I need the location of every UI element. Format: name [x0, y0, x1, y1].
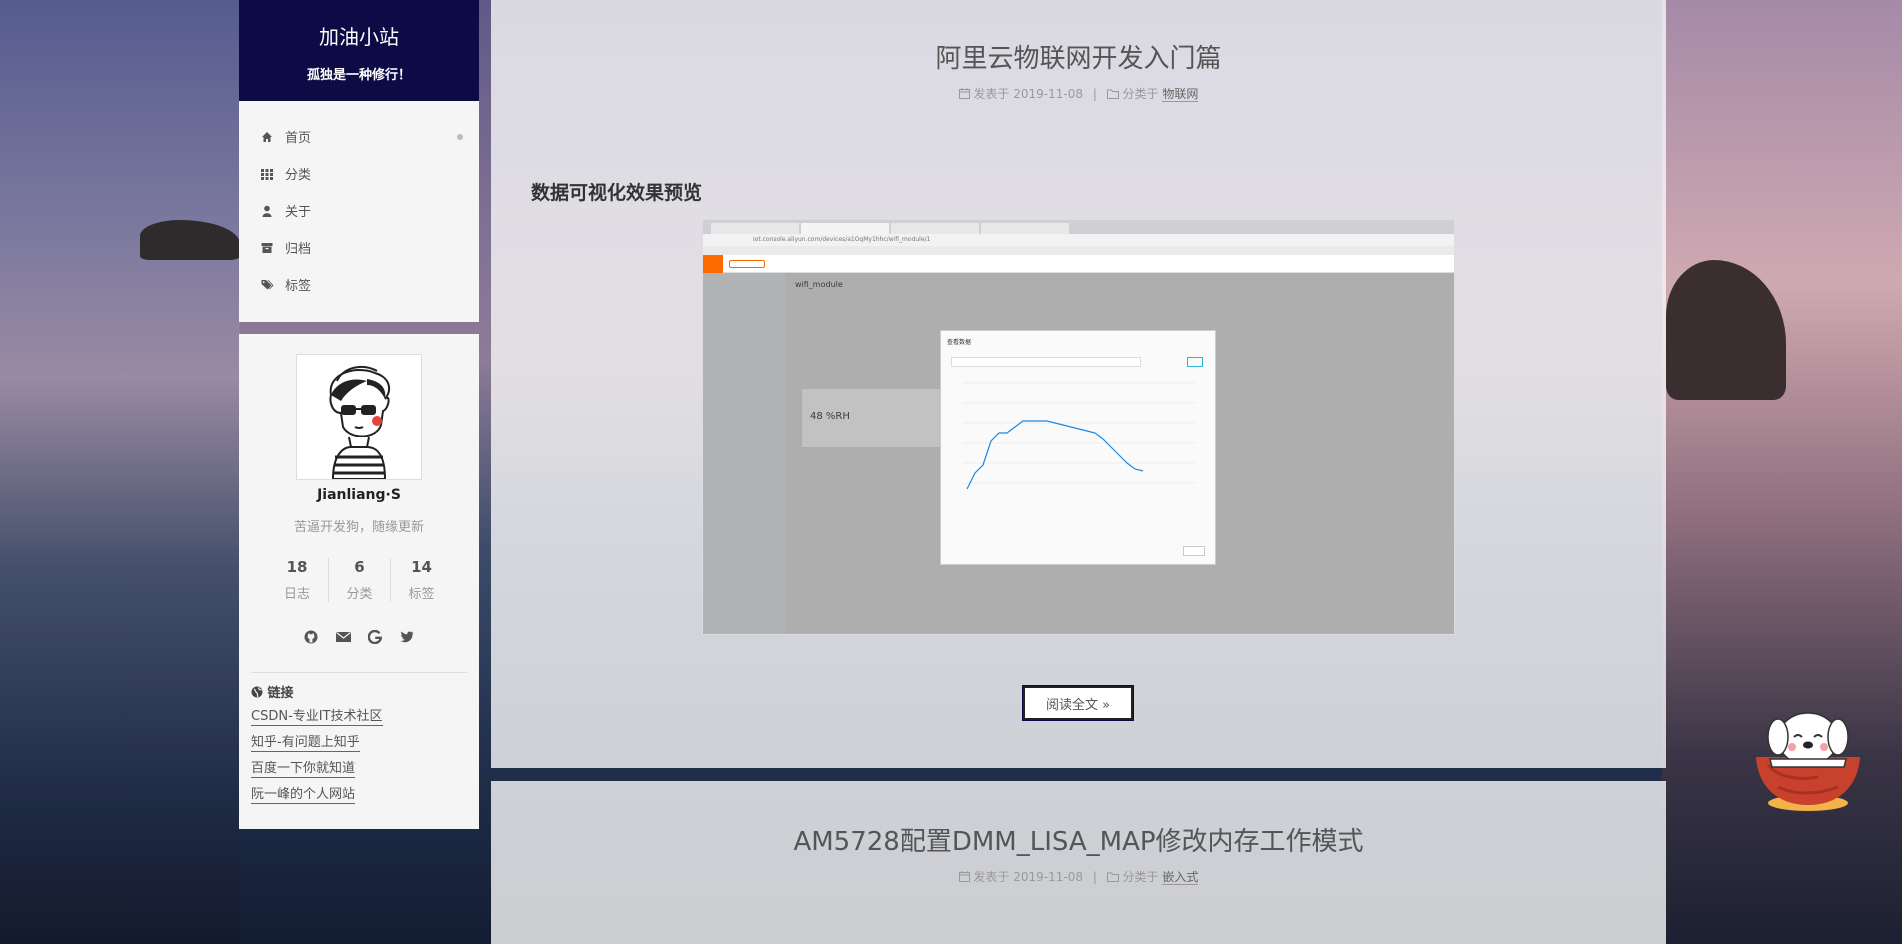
menu-label-categories: 分类	[285, 168, 312, 183]
data-dialog: 查看数据	[940, 330, 1216, 565]
author-name: Jianliang·S	[317, 487, 401, 503]
post-meta: 发表于 2019-11-08 | 分类于 嵌入式	[491, 868, 1666, 885]
globe-icon	[251, 686, 268, 701]
menu-label-archives: 归档	[285, 242, 312, 257]
stat-categories-count: 6	[354, 558, 365, 576]
menu-label-tags: 标签	[285, 279, 312, 294]
link-csdn[interactable]: CSDN-专业IT技术社区	[251, 708, 383, 726]
divider	[251, 672, 467, 673]
link-baidu[interactable]: 百度一下你就知道	[251, 760, 356, 778]
humidity-chart	[963, 382, 1196, 490]
stat-posts-count: 18	[286, 558, 308, 576]
folder-icon	[1106, 870, 1123, 884]
stat-tags-count: 14	[411, 558, 432, 576]
archive-icon	[261, 242, 273, 254]
twitter-icon[interactable]	[398, 628, 416, 646]
post-category-link[interactable]: 嵌入式	[1162, 870, 1199, 885]
folder-icon	[1106, 87, 1123, 101]
stat-categories-label: 分类	[346, 587, 373, 602]
author-profile: Jianliang·S 苦逼开发狗，随缘更新 18 日志 6 分类 14 标签	[239, 334, 479, 829]
stat-tags[interactable]: 14 标签	[390, 558, 452, 602]
post-section-heading: 数据可视化效果预览	[531, 182, 703, 204]
github-icon[interactable]	[302, 628, 320, 646]
active-indicator	[457, 133, 463, 140]
dialog-title: 查看数据	[947, 339, 972, 346]
browser-address-bar: iot.console.aliyun.com/devices/a1OqMy1hh…	[703, 234, 1454, 246]
site-title[interactable]: 加油小站	[239, 0, 479, 50]
user-icon	[261, 205, 273, 217]
posted-label: 发表于	[973, 87, 1010, 101]
site-brand[interactable]: 加油小站 孤独是一种修行！	[239, 0, 479, 101]
stat-posts[interactable]: 18 日志	[266, 558, 328, 602]
links-heading: 链接	[251, 682, 294, 701]
post-category-link[interactable]: 物联网	[1162, 87, 1199, 102]
post-title[interactable]: 阿里云物联网开发入门篇	[491, 38, 1666, 75]
avatar	[296, 354, 422, 480]
stat-posts-label: 日志	[283, 587, 310, 602]
sidebar-menu: 首页 分类 关于 归档 标签	[239, 101, 479, 322]
calendar-icon	[958, 87, 974, 101]
stat-categories[interactable]: 6 分类	[328, 558, 390, 602]
google-icon[interactable]	[366, 628, 384, 646]
menu-label-about: 关于	[285, 205, 312, 220]
tags-icon	[261, 279, 274, 291]
browser-tabbar	[703, 220, 1454, 234]
menu-item-tags[interactable]: 标签	[239, 266, 479, 303]
home-icon	[261, 131, 273, 143]
post-screenshot-image[interactable]: iot.console.aliyun.com/devices/a1OqMy1hh…	[702, 219, 1455, 635]
envelope-icon[interactable]	[334, 628, 352, 646]
author-stats: 18 日志 6 分类 14 标签	[239, 558, 479, 602]
link-ruanyifeng[interactable]: 阮一峰的个人网站	[251, 786, 356, 804]
aliyun-header	[703, 255, 1454, 273]
post-date: 2019-11-08	[1013, 870, 1084, 884]
menu-item-categories[interactable]: 分类	[239, 155, 479, 192]
read-more-button[interactable]: 阅读全文 »	[1022, 685, 1134, 721]
post-date: 2019-11-08	[1013, 87, 1084, 101]
blogroll: CSDN-专业IT技术社区 知乎-有问题上知乎 百度一下你就知道 阮一峰的个人网…	[251, 708, 383, 812]
category-label: 分类于	[1122, 870, 1159, 884]
mascot-dog-in-bowl[interactable]	[1748, 707, 1868, 827]
post-card: AM5728配置DMM_LISA_MAP修改内存工作模式 发表于 2019-11…	[491, 781, 1666, 944]
stat-tags-label: 标签	[408, 587, 435, 602]
calendar-icon	[958, 870, 974, 884]
site-subtitle: 孤独是一种修行！	[306, 68, 411, 83]
posted-label: 发表于	[973, 870, 1010, 884]
menu-label-home: 首页	[285, 131, 312, 146]
link-zhihu[interactable]: 知乎-有问题上知乎	[251, 734, 360, 752]
post-title[interactable]: AM5728配置DMM_LISA_MAP修改内存工作模式	[491, 821, 1666, 858]
menu-item-about[interactable]: 关于	[239, 192, 479, 229]
menu-item-archives[interactable]: 归档	[239, 229, 479, 266]
author-description: 苦逼开发狗，随缘更新	[293, 520, 424, 535]
th-icon	[261, 168, 273, 180]
category-label: 分类于	[1122, 87, 1159, 101]
social-links	[239, 628, 479, 646]
bookmarks-bar	[703, 246, 1454, 255]
post-card: 阿里云物联网开发入门篇 发表于 2019-11-08 | 分类于 物联网 数据可…	[491, 0, 1666, 768]
background-left	[0, 0, 240, 944]
menu-item-home[interactable]: 首页	[239, 118, 479, 155]
links-title: 链接	[267, 686, 294, 701]
post-meta: 发表于 2019-11-08 | 分类于 物联网	[491, 85, 1666, 102]
